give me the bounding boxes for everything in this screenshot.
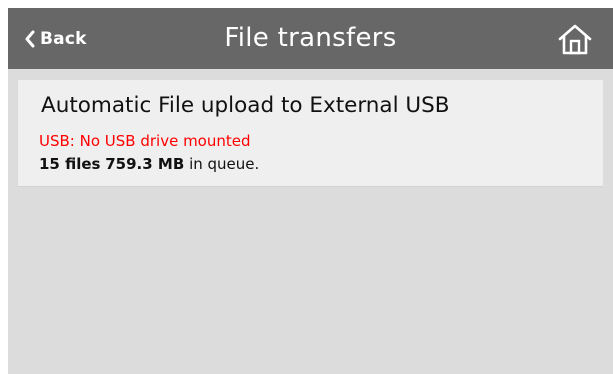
file-transfers-screen: Back File transfers Automatic File uploa…	[8, 8, 613, 374]
usb-upload-card[interactable]: Automatic File upload to External USB US…	[18, 80, 603, 187]
card-title: Automatic File upload to External USB	[41, 93, 450, 118]
usb-status-text: USB: No USB drive mounted	[39, 132, 251, 150]
queue-suffix: in queue.	[189, 155, 260, 173]
home-button[interactable]	[557, 22, 593, 56]
queue-file-count: 15 files	[39, 155, 101, 173]
header-bar: Back File transfers	[8, 8, 613, 69]
page-title: File transfers	[224, 23, 397, 53]
queue-size: 759.3 MB	[105, 155, 185, 173]
queue-summary: 15 files 759.3 MB in queue.	[39, 155, 259, 173]
home-icon	[557, 24, 593, 60]
